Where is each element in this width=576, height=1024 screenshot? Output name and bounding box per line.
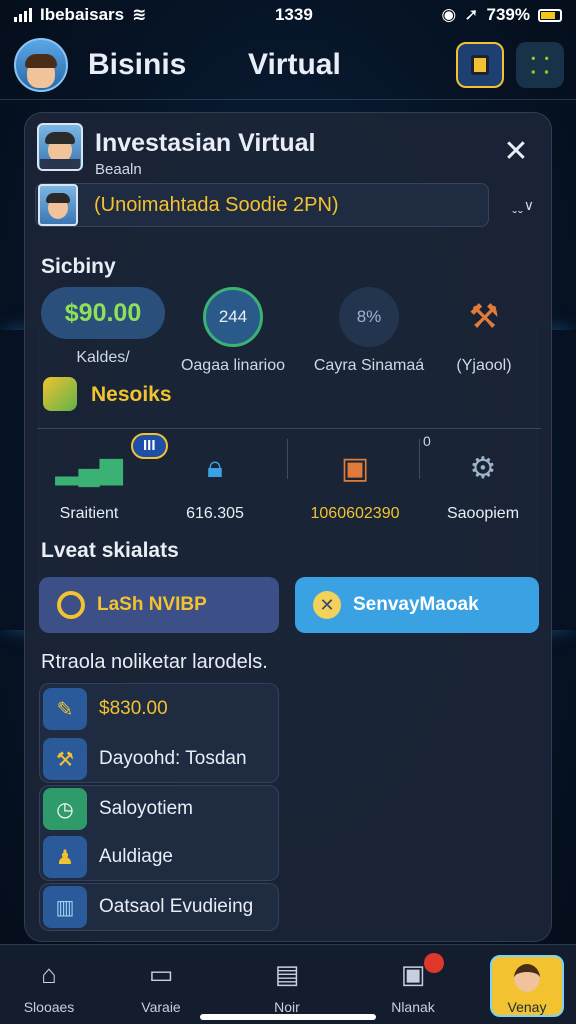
balance-value: $90.00: [41, 287, 165, 339]
stat-count[interactable]: 244 Oagaa linarioo: [173, 287, 293, 375]
card-icon: [471, 55, 489, 75]
monitor-icon: ▭: [148, 958, 174, 989]
list-heading: Rtraola noliketar larodels.: [41, 651, 268, 673]
panel-subtitle: Beaaln: [95, 161, 142, 178]
divider: [287, 439, 288, 479]
search-button[interactable]: LaSh NVIBP: [39, 577, 279, 633]
rate-circle: 8%: [339, 287, 399, 347]
divider: [37, 428, 541, 429]
header-title-left: Bisinis: [88, 47, 187, 81]
nav-label: Venay: [507, 999, 547, 1015]
bag-icon: ♟: [43, 836, 87, 878]
search-button-label: LaSh NVIBP: [97, 594, 207, 615]
stat-balance[interactable]: $90.00 Kaldes/: [41, 287, 165, 367]
divider: [419, 439, 420, 479]
bar-chart-icon: ▂▄▆: [55, 451, 123, 485]
tool-security[interactable]: 🔒︎ 616.305: [155, 443, 275, 523]
list-item-text: Dayoohd: Tosdan: [99, 748, 247, 769]
tools-icon: ⚒: [43, 738, 87, 780]
battery-icon: [537, 8, 562, 22]
app-header: Bisinis Virtual ⸬: [0, 30, 576, 100]
avatar-icon: [509, 961, 545, 995]
tool-machine[interactable]: ▣ 1060602390: [291, 443, 419, 523]
nav-market[interactable]: ▭ Varaie: [116, 957, 206, 1016]
clipboard-icon: ▤: [274, 958, 300, 989]
tool-label: 1060602390: [310, 505, 400, 522]
stat-rate[interactable]: 8% Cayra Sinamaá: [311, 287, 427, 375]
nav-label: Nlanak: [391, 999, 435, 1015]
location-icon: ➚: [464, 5, 479, 24]
resources-icon: [43, 377, 77, 411]
search-icon: [57, 591, 85, 619]
house-icon: ⌂: [41, 958, 57, 989]
nav-news[interactable]: ▤ Noir: [242, 957, 332, 1016]
list-item[interactable]: ✎ $830.00: [39, 685, 279, 733]
nav-profile[interactable]: Venay: [490, 955, 564, 1017]
nav-label: Noir: [274, 999, 300, 1015]
list-item-text: Saloyotiem: [99, 798, 193, 819]
wifi-icon: ≋: [132, 5, 147, 24]
chart-icon: ▥: [43, 886, 87, 928]
actions-heading: Lveat skialats: [41, 539, 179, 562]
list-item-text: $830.00: [99, 698, 168, 719]
survey-button[interactable]: ✕ SenvayMaoak: [295, 577, 539, 633]
list-item[interactable]: ▥ Oatsaol Evudieing: [39, 883, 279, 931]
notification-badge: [424, 953, 444, 973]
profile-avatar[interactable]: [14, 37, 68, 92]
battery-percent: 739%: [486, 5, 530, 24]
status-bar: Ibebaisars ≋ 1339 ◉ ➚ 739%: [0, 0, 576, 30]
selector-avatar: [38, 184, 78, 226]
stats-heading: Sicbiny: [41, 255, 116, 278]
close-button[interactable]: ✕: [501, 137, 531, 167]
clock-icon: ◷: [43, 788, 87, 830]
list-item[interactable]: ◷ Saloyotiem: [39, 785, 279, 833]
tool-label: Saoopiem: [446, 505, 520, 522]
tool-label: 616.305: [186, 505, 244, 522]
carrier-name: Ibebaisars: [40, 5, 125, 24]
list-item[interactable]: ⚒ Dayoohd: Tosdan: [39, 735, 279, 783]
list-item-text: Oatsaol Evudieing: [99, 896, 254, 917]
survey-button-label: SenvayMaoak: [353, 594, 479, 615]
machine-icon: ▣: [340, 451, 370, 485]
stat-label: Cayra Sinamaá: [313, 357, 425, 374]
home-indicator[interactable]: [200, 1014, 376, 1020]
tool-label: Sraitient: [59, 505, 119, 522]
growth-button[interactable]: ⸬: [516, 42, 564, 88]
panel-title: Investasian Virtual: [95, 129, 316, 157]
portfolio-selector[interactable]: (Unoimahtada Soodie 2PN): [35, 183, 489, 227]
nav-wallet[interactable]: ▣ Nlanak: [368, 957, 458, 1016]
investor-avatar: [37, 123, 83, 171]
selector-value: (Unoimahtada Soodie 2PN): [94, 194, 339, 216]
list-item-text: Auldiage: [99, 846, 173, 867]
stat-label: Oagaa linarioo: [180, 357, 286, 374]
stat-tools[interactable]: ⚒ (Yjaool): [429, 287, 539, 375]
signal-icon: [14, 8, 32, 22]
lock-icon: 🔒︎: [207, 451, 223, 484]
stat-label: (Yjaool): [456, 357, 512, 374]
count-circle: 244: [203, 287, 263, 347]
investment-panel: Investasian Virtual Beaaln ✕ (Unoimahtad…: [24, 112, 552, 942]
bottom-navigation: ⌂ Slooaes ▭ Varaie ▤ Noir ▣ Nlanak Venay: [0, 944, 576, 1024]
nav-label: Varaie: [141, 999, 181, 1015]
clock: 1339: [274, 5, 313, 24]
tool-statistics[interactable]: ▂▄▆ Sraitient: [29, 443, 149, 523]
resources-heading: Nesoiks: [91, 383, 172, 406]
sprout-icon: ⸬: [530, 53, 550, 78]
alarm-icon: ◉: [441, 5, 457, 24]
list-item[interactable]: ♟ Auldiage: [39, 833, 279, 881]
cross-icon: ✕: [313, 591, 341, 619]
gear-icon: ⚙: [469, 451, 497, 485]
panel-header: Investasian Virtual Beaaln ✕: [37, 123, 537, 183]
pencil-icon: ✎: [43, 688, 87, 730]
wallet-button[interactable]: [456, 42, 504, 88]
wrench-icon: ⚒: [468, 298, 500, 336]
tool-settings[interactable]: ⚙ Saoopiem: [423, 443, 543, 523]
header-title-right: Virtual: [248, 47, 341, 81]
nav-home[interactable]: ⌂ Slooaes: [4, 957, 94, 1016]
stat-label: Kaldes/: [76, 349, 130, 366]
nav-label: Slooaes: [23, 999, 75, 1015]
chevron-down-icon[interactable]: ˬˬ∨: [512, 197, 535, 214]
